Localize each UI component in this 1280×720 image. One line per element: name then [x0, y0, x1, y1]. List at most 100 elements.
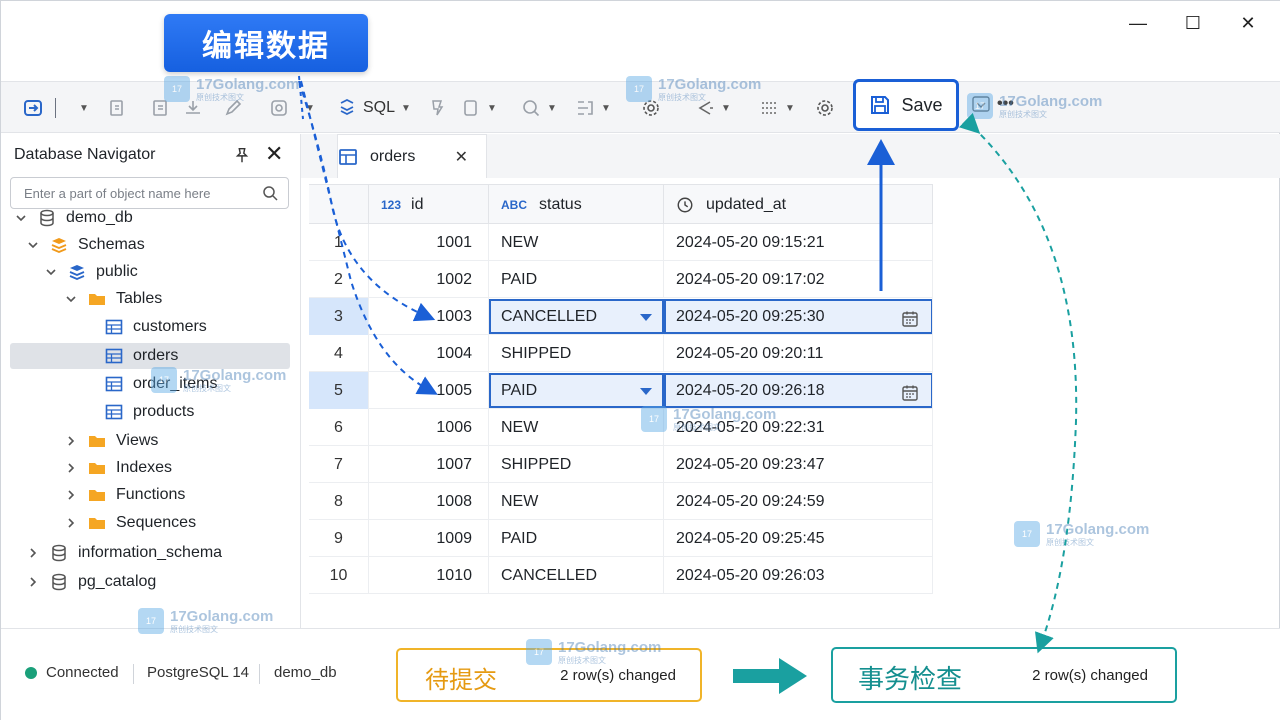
- row-number[interactable]: 7: [309, 446, 369, 483]
- list-button[interactable]: ▼: [759, 96, 795, 120]
- settings-button[interactable]: [641, 96, 661, 120]
- cell-status[interactable]: PAID: [489, 261, 664, 298]
- table-row[interactable]: 3 1003 CANCELLED 2024-05-20 09:25:30: [309, 298, 933, 335]
- cell-status[interactable]: SHIPPED: [489, 446, 664, 483]
- cell-status[interactable]: NEW: [489, 483, 664, 520]
- tree-item-Sequences[interactable]: Sequences: [1, 510, 299, 536]
- cell-id[interactable]: 1008: [369, 483, 489, 520]
- tree-item-public[interactable]: public: [1, 259, 299, 285]
- tree-item-demo-db[interactable]: demo_db: [1, 205, 299, 231]
- table-row[interactable]: 9 1009 PAID 2024-05-20 09:25:45: [309, 520, 933, 557]
- tree-item-Schemas[interactable]: Schemas: [1, 232, 299, 258]
- cell-id[interactable]: 1006: [369, 409, 489, 446]
- chevron-right-icon[interactable]: [64, 461, 78, 475]
- tree-item-Views[interactable]: Views: [1, 428, 299, 454]
- tree-item-Tables[interactable]: Tables: [1, 286, 299, 312]
- more-options-button[interactable]: •••: [971, 92, 1014, 116]
- zoom-button[interactable]: ▼: [521, 96, 557, 120]
- chevron-right-icon[interactable]: [64, 488, 78, 502]
- chevron-right-icon[interactable]: [26, 575, 40, 589]
- tree-item-orders[interactable]: orders: [10, 343, 290, 369]
- tree-item-information-schema[interactable]: information_schema: [1, 540, 299, 566]
- preferences-button[interactable]: [815, 96, 835, 120]
- cell-status[interactable]: PAID: [489, 520, 664, 557]
- edit-button[interactable]: [223, 96, 243, 120]
- cell-updated-at[interactable]: 2024-05-20 09:24:59: [664, 483, 933, 520]
- maximize-button[interactable]: ☐: [1173, 9, 1213, 37]
- download-button[interactable]: [183, 96, 203, 120]
- cell-status[interactable]: CANCELLED: [489, 557, 664, 594]
- cell-id[interactable]: 1004: [369, 335, 489, 372]
- transaction-mode-button[interactable]: [269, 96, 289, 120]
- chevron-down-icon[interactable]: [44, 265, 58, 279]
- table-row[interactable]: 7 1007 SHIPPED 2024-05-20 09:23:47: [309, 446, 933, 483]
- export-button[interactable]: [151, 96, 171, 120]
- minimize-button[interactable]: —: [1118, 9, 1158, 37]
- tree-item-order-items[interactable]: order_items: [1, 371, 299, 397]
- cell-updated-at[interactable]: 2024-05-20 09:17:02: [664, 261, 933, 298]
- column-header-updated-at[interactable]: updated_at: [664, 185, 933, 225]
- row-number[interactable]: 10: [309, 557, 369, 594]
- navigate-button[interactable]: ▼: [695, 96, 731, 120]
- chevron-right-icon[interactable]: [64, 516, 78, 530]
- commit-button[interactable]: [427, 96, 447, 120]
- tree-item-products[interactable]: products: [1, 399, 299, 425]
- cell-updated-at[interactable]: 2024-05-20 09:26:03: [664, 557, 933, 594]
- cell-status[interactable]: PAID: [489, 372, 664, 409]
- cell-updated-at[interactable]: 2024-05-20 09:15:21: [664, 224, 933, 261]
- format-button[interactable]: ▼: [575, 96, 611, 120]
- cell-id[interactable]: 1005: [369, 372, 489, 409]
- new-script-button[interactable]: [107, 96, 127, 120]
- sql-button[interactable]: SQL ▼: [337, 96, 411, 120]
- tree-item-pg-catalog[interactable]: pg_catalog: [1, 569, 299, 595]
- row-number[interactable]: 1: [309, 224, 369, 261]
- table-row[interactable]: 5 1005 PAID 2024-05-20 09:26:18: [309, 372, 933, 409]
- cell-status[interactable]: NEW: [489, 224, 664, 261]
- cell-updated-at[interactable]: 2024-05-20 09:23:47: [664, 446, 933, 483]
- connect-button[interactable]: [23, 96, 43, 120]
- table-row[interactable]: 10 1010 CANCELLED 2024-05-20 09:26:03: [309, 557, 933, 594]
- cell-status[interactable]: NEW: [489, 409, 664, 446]
- rollback-button[interactable]: ▼: [461, 96, 497, 120]
- column-header-id[interactable]: 123 id: [369, 185, 489, 225]
- save-button[interactable]: Save: [853, 79, 959, 131]
- row-number[interactable]: 5: [309, 372, 369, 409]
- cell-id[interactable]: 1009: [369, 520, 489, 557]
- cell-id[interactable]: 1010: [369, 557, 489, 594]
- cell-updated-at[interactable]: 2024-05-20 09:25:30: [664, 298, 933, 335]
- row-number[interactable]: 8: [309, 483, 369, 520]
- row-number[interactable]: 6: [309, 409, 369, 446]
- row-number[interactable]: 9: [309, 520, 369, 557]
- row-number[interactable]: 4: [309, 335, 369, 372]
- navigator-close-button[interactable]: ✕: [265, 143, 285, 165]
- cell-status[interactable]: SHIPPED: [489, 335, 664, 372]
- search-icon[interactable]: [262, 185, 278, 201]
- table-row[interactable]: 6 1006 NEW 2024-05-20 09:22:31: [309, 409, 933, 446]
- cell-id[interactable]: 1003: [369, 298, 489, 335]
- chevron-down-icon[interactable]: [14, 211, 28, 225]
- cell-id[interactable]: 1001: [369, 224, 489, 261]
- table-row[interactable]: 4 1004 SHIPPED 2024-05-20 09:20:11: [309, 335, 933, 372]
- connect-dropdown[interactable]: ▼: [73, 96, 89, 120]
- cell-updated-at[interactable]: 2024-05-20 09:20:11: [664, 335, 933, 372]
- pin-button[interactable]: [233, 146, 253, 166]
- chevron-down-icon[interactable]: [26, 238, 40, 252]
- tab-orders[interactable]: orders ✕: [337, 134, 487, 178]
- table-row[interactable]: 1 1001 NEW 2024-05-20 09:15:21: [309, 224, 933, 261]
- cell-updated-at[interactable]: 2024-05-20 09:26:18: [664, 372, 933, 409]
- chevron-right-icon[interactable]: [64, 434, 78, 448]
- cell-updated-at[interactable]: 2024-05-20 09:25:45: [664, 520, 933, 557]
- tree-item-customers[interactable]: customers: [1, 314, 299, 340]
- chevron-down-icon[interactable]: [64, 292, 78, 306]
- tab-close-button[interactable]: ✕: [455, 147, 468, 167]
- cell-id[interactable]: 1007: [369, 446, 489, 483]
- column-header-status[interactable]: ABC status: [489, 185, 664, 225]
- cell-updated-at[interactable]: 2024-05-20 09:22:31: [664, 409, 933, 446]
- chevron-right-icon[interactable]: [26, 546, 40, 560]
- table-row[interactable]: 8 1008 NEW 2024-05-20 09:24:59: [309, 483, 933, 520]
- table-row[interactable]: 2 1002 PAID 2024-05-20 09:17:02: [309, 261, 933, 298]
- cell-id[interactable]: 1002: [369, 261, 489, 298]
- transaction-dropdown[interactable]: ▼: [299, 96, 315, 120]
- tree-item-Functions[interactable]: Functions: [1, 482, 299, 508]
- row-number[interactable]: 3: [309, 298, 369, 335]
